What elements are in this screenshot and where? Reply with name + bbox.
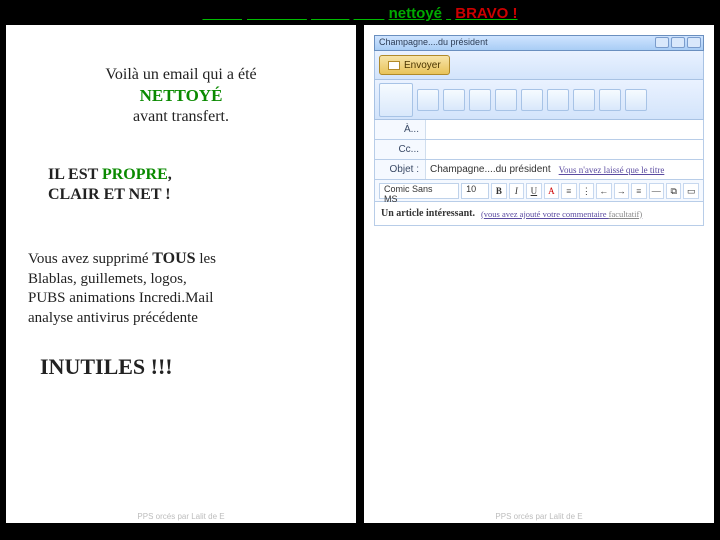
- cc-field-row: Cc...: [374, 140, 704, 160]
- bullets-button[interactable]: ≡: [561, 183, 576, 199]
- sup-l3: PUBS animations Incredi.Mail: [28, 290, 213, 306]
- compose-body[interactable]: Un article intéressant. (vous avez ajout…: [374, 202, 704, 226]
- panels-container: Voilà un email qui a été NETTOYÉ avant t…: [0, 25, 720, 529]
- propre-block: IL EST PROPRE, CLAIR ET NET !: [48, 165, 346, 205]
- envelope-icon: [388, 61, 400, 70]
- panel-right: Champagne....du président Envoyer: [364, 25, 714, 523]
- intro-block: Voilà un email qui a été NETTOYÉ avant t…: [16, 65, 346, 127]
- align-left-button[interactable]: ≡: [631, 183, 646, 199]
- sign-button[interactable]: [599, 89, 621, 111]
- font-color-button[interactable]: A: [544, 183, 559, 199]
- propre-comma: ,: [168, 166, 172, 183]
- propre-l1a: IL EST: [48, 166, 102, 183]
- numbering-button[interactable]: ⋮: [579, 183, 594, 199]
- font-size-select[interactable]: 10: [461, 183, 489, 199]
- ribbon-toolbar: [374, 80, 704, 120]
- to-field-row: À...: [374, 120, 704, 140]
- intro-nettoye: NETTOYÉ: [140, 86, 223, 105]
- sup-l4: analyse antivirus précédente: [28, 310, 198, 326]
- email-app: Champagne....du président Envoyer: [374, 35, 704, 226]
- title-part1: Exemple N° 3 :: [202, 5, 306, 22]
- cc-label[interactable]: Cc...: [375, 144, 425, 155]
- propre-word: PROPRE: [102, 166, 168, 183]
- outdent-button[interactable]: ←: [596, 183, 611, 199]
- annotation-title: Vous n'avez laissé que le titre: [559, 165, 665, 175]
- attach-button[interactable]: [547, 89, 569, 111]
- insert-image-button[interactable]: ▭: [683, 183, 698, 199]
- supprime-block: Vous avez supprimé TOUS les Blablas, gui…: [28, 249, 346, 328]
- window-titlebar: Champagne....du président: [374, 35, 704, 51]
- title-part3: bien: [354, 5, 385, 22]
- intro-line1: Voilà un email qui a été: [105, 66, 256, 83]
- propre-l2: CLAIR ET NET !: [48, 186, 171, 203]
- font-name-select[interactable]: Comic Sans MS: [379, 183, 459, 199]
- inutiles-text: INUTILES !!!: [40, 354, 173, 379]
- italic-button[interactable]: I: [509, 183, 524, 199]
- to-label[interactable]: À...: [375, 124, 425, 135]
- format-toolbar: Comic Sans MS 10 B I U A ≡ ⋮ ← → ≡ — ⧉ ▭: [374, 180, 704, 202]
- title-part5: :: [446, 5, 451, 22]
- cc-input[interactable]: [425, 140, 703, 159]
- intro-line3: avant transfert.: [133, 108, 229, 125]
- footer-right: PPS orcés par Lalit de E: [364, 512, 714, 521]
- inutiles-block: INUTILES !!!: [40, 354, 346, 380]
- footer-left: PPS orcés par Lalit de E: [6, 512, 356, 521]
- sup-l2: Blablas, guillemets, logos,: [28, 271, 187, 287]
- subject-value: Champagne....du président: [430, 164, 551, 175]
- minimize-button[interactable]: [655, 37, 669, 48]
- cut-button[interactable]: [417, 89, 439, 111]
- send-row: Envoyer: [374, 51, 704, 80]
- bold-button[interactable]: B: [491, 183, 506, 199]
- insert-line-button[interactable]: —: [649, 183, 664, 199]
- subject-label: Objet :: [375, 164, 425, 175]
- window-controls: [655, 37, 701, 48]
- undo-button[interactable]: [469, 89, 491, 111]
- indent-button[interactable]: →: [614, 183, 629, 199]
- annotation-comment-a: (vous avez ajouté votre commentaire: [481, 209, 609, 219]
- check-button[interactable]: [495, 89, 517, 111]
- title-part4: nettoyé: [389, 5, 442, 22]
- to-input[interactable]: [425, 120, 703, 139]
- window-title: Champagne....du président: [379, 37, 488, 47]
- underline-button[interactable]: U: [526, 183, 541, 199]
- priority-button[interactable]: [573, 89, 595, 111]
- close-button[interactable]: [687, 37, 701, 48]
- spelling-button[interactable]: [521, 89, 543, 111]
- slide-title: Exemple N° 3 : email bien nettoyé : BRAV…: [0, 0, 720, 25]
- compose-text: Un article intéressant.: [381, 208, 475, 219]
- panel-left: Voilà un email qui a été NETTOYÉ avant t…: [6, 25, 356, 523]
- maximize-button[interactable]: [671, 37, 685, 48]
- sup-l1b: les: [196, 251, 216, 267]
- subject-field-row: Objet : Champagne....du président Vous n…: [374, 160, 704, 180]
- annotation-comment: (vous avez ajouté votre commentaire facu…: [481, 209, 642, 219]
- copy-button[interactable]: [443, 89, 465, 111]
- encrypt-button[interactable]: [625, 89, 647, 111]
- sup-tous: TOUS: [152, 250, 195, 267]
- title-part2: email: [311, 5, 349, 22]
- insert-link-button[interactable]: ⧉: [666, 183, 681, 199]
- send-button[interactable]: Envoyer: [379, 55, 450, 75]
- title-part6: BRAVO !: [455, 5, 517, 22]
- annotation-comment-b: facultatif): [609, 209, 643, 219]
- paste-button[interactable]: [379, 83, 413, 117]
- subject-input[interactable]: Champagne....du président Vous n'avez la…: [425, 160, 703, 179]
- sup-l1a: Vous avez supprimé: [28, 251, 152, 267]
- send-button-label: Envoyer: [404, 60, 441, 71]
